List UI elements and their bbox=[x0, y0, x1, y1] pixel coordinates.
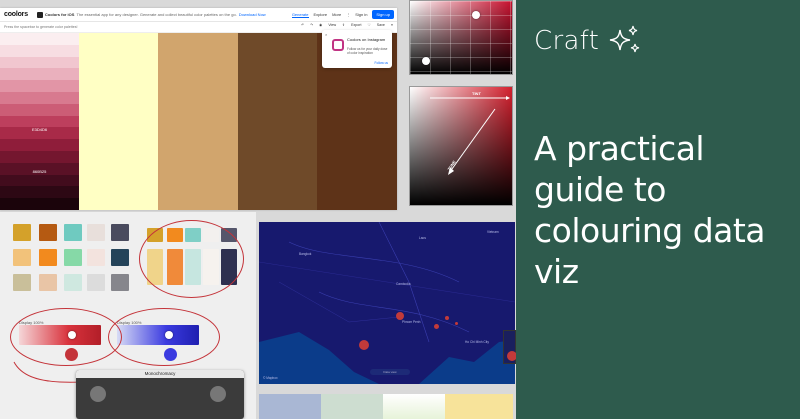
color-strip bbox=[259, 394, 321, 419]
monochromacy-window: Monochromacy bbox=[76, 370, 244, 419]
instagram-body: Follow us for your daily dose of color i… bbox=[347, 47, 388, 55]
title-panel: Craft A practical guide to colouring dat… bbox=[516, 0, 800, 419]
city-label: Ho Chi Minh City bbox=[465, 340, 489, 344]
color-swatch[interactable] bbox=[158, 33, 238, 210]
color-swatch[interactable] bbox=[79, 33, 158, 210]
nav-generate[interactable]: Generate bbox=[291, 12, 309, 18]
toolbar-actions: ↶ ↷ ◉ View ⇪ Export ♡ Save ≡ bbox=[301, 23, 393, 27]
export-button[interactable]: Export bbox=[351, 23, 361, 27]
coolors-topbar: coolors Coolors for iOS The essential ap… bbox=[0, 8, 397, 22]
city-label: Vietnam bbox=[487, 230, 499, 234]
map-marker[interactable] bbox=[455, 322, 458, 325]
map-marker[interactable] bbox=[445, 316, 449, 320]
headline: A practical guide to colouring data viz bbox=[534, 129, 766, 291]
shades-column[interactable]: E3D4D6 860B25 bbox=[0, 33, 79, 210]
grey-dot bbox=[210, 386, 226, 402]
top-nav: Generate Explore More ⋮ Sign in Sign up bbox=[291, 10, 394, 19]
promo-text: The essential app for any designer. Gene… bbox=[76, 12, 237, 17]
color-swatch[interactable] bbox=[238, 33, 317, 210]
ios-promo: Coolors for iOS The essential app for an… bbox=[36, 11, 266, 18]
map-view[interactable]: Bangkok Cambodia Phnom Penh Ho Chi Minh … bbox=[259, 222, 515, 384]
shade-label: 860B25 bbox=[32, 169, 47, 174]
color-picker-grid[interactable] bbox=[409, 0, 513, 75]
signup-button[interactable]: Sign up bbox=[372, 10, 394, 19]
map-marker[interactable] bbox=[359, 340, 369, 350]
close-icon[interactable]: × bbox=[325, 32, 327, 37]
heart-icon[interactable]: ♡ bbox=[367, 23, 370, 27]
view-button[interactable]: View bbox=[328, 23, 336, 27]
color-strip bbox=[445, 394, 513, 419]
share-icon[interactable]: ⇪ bbox=[342, 23, 345, 27]
instagram-popup: × Coolors on Instagram Follow us for you… bbox=[322, 30, 392, 68]
map-marker[interactable] bbox=[396, 312, 404, 320]
redo-icon[interactable]: ↷ bbox=[310, 23, 313, 27]
hamburger-icon[interactable]: ≡ bbox=[391, 23, 393, 27]
follow-link[interactable]: Follow us bbox=[375, 61, 388, 65]
instagram-icon bbox=[332, 39, 344, 51]
map-data-button[interactable]: Data view bbox=[370, 369, 410, 375]
nav-explore[interactable]: Explore bbox=[314, 12, 328, 17]
city-label: Phnom Penh bbox=[402, 320, 421, 324]
color-strip bbox=[383, 394, 445, 419]
spacebar-hint: Press the spacebar to generate color pal… bbox=[4, 25, 78, 29]
window-titlebar: Monochromacy bbox=[76, 370, 244, 378]
tint-tone-arrows bbox=[430, 96, 510, 175]
map-info-card bbox=[503, 330, 517, 364]
app-icon bbox=[36, 11, 43, 18]
map-marker[interactable] bbox=[434, 324, 439, 329]
eye-icon[interactable]: ◉ bbox=[319, 23, 322, 27]
brand-name: Craft bbox=[534, 26, 600, 56]
promo-title: Coolors for iOS bbox=[44, 12, 75, 17]
undo-icon[interactable]: ↶ bbox=[301, 23, 304, 27]
nav-more[interactable]: More bbox=[332, 12, 341, 17]
color-strip bbox=[321, 394, 383, 419]
city-label: Laos bbox=[419, 236, 426, 240]
city-label: Cambodia bbox=[396, 282, 411, 286]
map-land bbox=[259, 222, 515, 384]
save-button[interactable]: Save bbox=[377, 23, 385, 27]
city-label: Bangkok bbox=[299, 252, 312, 256]
picker-knob[interactable] bbox=[472, 11, 480, 19]
promo-link[interactable]: Download Now bbox=[239, 12, 266, 17]
window-title: Monochromacy bbox=[144, 371, 176, 376]
shade-label: E3D4D6 bbox=[31, 127, 48, 132]
grey-dot bbox=[90, 386, 106, 402]
instagram-title: Coolors on Instagram bbox=[347, 37, 386, 42]
signin-link[interactable]: Sign in bbox=[355, 12, 367, 17]
tint-label: TINT bbox=[472, 91, 481, 96]
menu-dots-icon[interactable]: ⋮ bbox=[346, 12, 350, 17]
map-attribution: © Mapbox bbox=[263, 376, 278, 380]
tint-tone-picker[interactable]: TINT TONE bbox=[409, 86, 513, 206]
coolors-logo[interactable]: coolors bbox=[4, 11, 28, 18]
picker-knob[interactable] bbox=[422, 57, 430, 65]
sparkle-icon bbox=[609, 25, 640, 53]
